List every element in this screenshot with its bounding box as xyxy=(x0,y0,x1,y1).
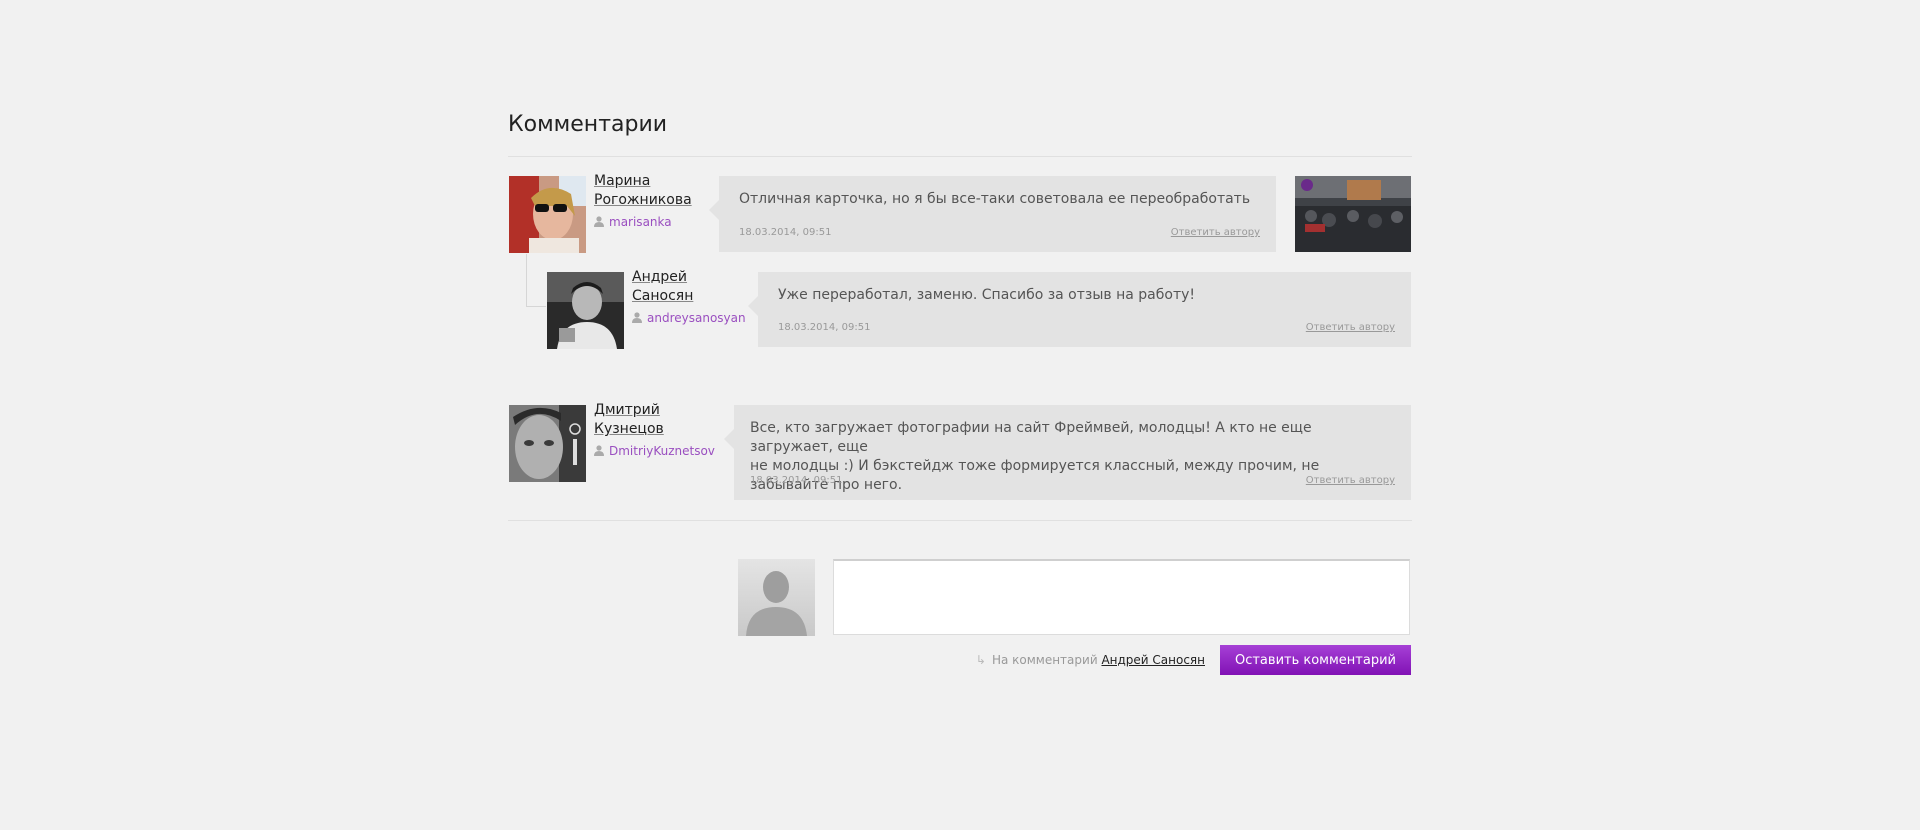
reply-to-author-link[interactable]: Ответить автору xyxy=(1306,475,1395,486)
reply-arrow-icon: ↳ xyxy=(975,653,986,667)
author-login: andreysanosyan xyxy=(647,311,746,325)
comment-date: 18.03.2014, 09:51 xyxy=(739,227,832,238)
default-avatar-icon xyxy=(738,559,815,636)
comment-bubble: Все, кто загружает фотографии на сайт Фр… xyxy=(724,405,1411,500)
user-photo-icon xyxy=(509,405,586,482)
submit-comment-button[interactable]: Оставить комментарий xyxy=(1220,645,1411,675)
comment-text: Уже переработал, заменю. Спасибо за отзы… xyxy=(778,287,1196,303)
reply-to-author-link[interactable]: Ответить автору xyxy=(1306,322,1395,333)
author-last-name: Саносян xyxy=(632,288,694,304)
reply-to-info: ↳ На комментарий Андрей Саносян xyxy=(976,653,1205,667)
author-login-link[interactable]: andreysanosyan xyxy=(632,309,746,328)
author-first-name: Дмитрий xyxy=(594,402,660,418)
thread-line xyxy=(526,306,546,307)
comment-author: Андрей Саносян andreysanosyan xyxy=(632,268,746,328)
photo-thumbnail[interactable] xyxy=(1295,176,1411,252)
user-photo-icon xyxy=(547,272,624,349)
comment-date: 18.03.2014, 09:51 xyxy=(778,322,871,333)
thread-line xyxy=(526,254,527,307)
section-title: Комментарии xyxy=(508,112,668,137)
author-login: DmitriyKuznetsov xyxy=(609,444,715,458)
avatar[interactable] xyxy=(547,272,624,349)
reply-target-link[interactable]: Андрей Саносян xyxy=(1101,653,1205,667)
author-name-link[interactable]: Марина Рогожникова xyxy=(594,172,692,210)
author-login: marisanka xyxy=(609,215,672,229)
comment-text: Все, кто загружает фотографии на сайт Фр… xyxy=(750,419,1391,495)
comment-author: Марина Рогожникова marisanka xyxy=(594,172,692,232)
reply-to-label: На комментарий xyxy=(991,653,1098,667)
avatar[interactable] xyxy=(509,176,586,253)
author-login-link[interactable]: marisanka xyxy=(594,213,692,232)
author-last-name: Кузнецов xyxy=(594,421,664,437)
author-first-name: Андрей xyxy=(632,269,688,285)
comment-input[interactable] xyxy=(833,559,1410,635)
user-photo-icon xyxy=(509,176,586,253)
photo-thumbnail-image xyxy=(1295,176,1411,252)
comment-bubble: Уже переработал, заменю. Спасибо за отзы… xyxy=(748,272,1411,347)
comment-date: 18.03.2014, 09:51 xyxy=(750,475,843,486)
author-first-name: Марина xyxy=(594,173,651,189)
reply-to-author-link[interactable]: Ответить автору xyxy=(1171,227,1260,238)
author-login-link[interactable]: DmitriyKuznetsov xyxy=(594,442,715,461)
current-user-avatar xyxy=(738,559,815,636)
author-last-name: Рогожникова xyxy=(594,192,692,208)
user-icon xyxy=(632,312,642,323)
divider xyxy=(508,520,1412,521)
comment-text: Отличная карточка, но я бы все-таки сове… xyxy=(739,191,1251,207)
author-name-link[interactable]: Дмитрий Кузнецов xyxy=(594,401,715,439)
avatar[interactable] xyxy=(509,405,586,482)
comments-section: Комментарии Марина Рогожникова marisanka… xyxy=(508,0,1412,830)
author-name-link[interactable]: Андрей Саносян xyxy=(632,268,746,306)
comment-author: Дмитрий Кузнецов DmitriyKuznetsov xyxy=(594,401,715,461)
comment-bubble: Отличная карточка, но я бы все-таки сове… xyxy=(709,176,1276,252)
comment-text-line: Все, кто загружает фотографии на сайт Фр… xyxy=(750,420,1312,455)
user-icon xyxy=(594,216,604,227)
divider xyxy=(508,156,1412,157)
user-icon xyxy=(594,445,604,456)
